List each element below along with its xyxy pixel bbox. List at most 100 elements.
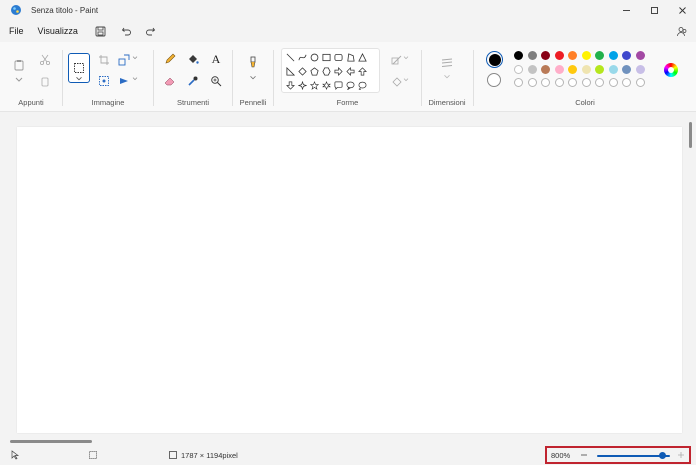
pentagon-icon (310, 67, 319, 76)
copy-button[interactable] (37, 74, 53, 90)
custom-color-slot[interactable] (554, 78, 564, 87)
color-picker-tool[interactable] (185, 73, 201, 89)
custom-color-slot[interactable] (622, 78, 631, 87)
shape-six-point-star[interactable] (321, 80, 332, 91)
rotate-button[interactable] (116, 73, 132, 89)
shape-polygon[interactable] (345, 52, 356, 63)
shape-right-triangle[interactable] (285, 66, 296, 77)
paste-button[interactable] (11, 56, 27, 74)
close-button[interactable] (668, 0, 696, 20)
color-wheel-icon (668, 67, 674, 73)
pencil-tool[interactable] (162, 51, 178, 67)
shape-rounded-rectangle[interactable] (333, 52, 344, 63)
shape-diamond[interactable] (297, 66, 308, 77)
brushes-dropdown[interactable] (248, 74, 258, 82)
palette-swatch[interactable] (514, 64, 523, 74)
brushes-button[interactable] (245, 54, 261, 70)
primary-color-swatch (488, 53, 501, 66)
share-button[interactable] (672, 22, 690, 40)
secondary-color[interactable] (487, 73, 501, 87)
custom-color-slot[interactable] (635, 78, 645, 87)
custom-color-slot[interactable] (541, 78, 550, 87)
shape-five-point-star[interactable] (309, 80, 320, 91)
palette-swatch[interactable] (635, 51, 645, 60)
palette-swatch[interactable] (622, 64, 631, 74)
edit-colors-button[interactable] (664, 63, 678, 77)
paste-dropdown[interactable] (13, 76, 25, 84)
close-icon (678, 6, 686, 14)
palette-swatch[interactable] (527, 64, 537, 74)
custom-color-slot[interactable] (568, 78, 577, 87)
palette-swatch[interactable] (635, 64, 645, 74)
chevron-down-icon (132, 56, 138, 60)
palette-swatch[interactable] (622, 51, 631, 60)
zoom-level[interactable]: 800% (551, 451, 570, 460)
palette-swatch[interactable] (541, 51, 550, 60)
palette-swatch[interactable] (608, 64, 618, 74)
rotate-dropdown[interactable] (131, 75, 139, 83)
minimize-button[interactable] (612, 0, 640, 20)
zoom-in-button[interactable] (676, 450, 686, 460)
shape-left-arrow[interactable] (345, 66, 356, 77)
shape-rectangle[interactable] (321, 52, 332, 63)
cut-button[interactable] (37, 52, 53, 68)
resize-dropdown[interactable] (131, 54, 139, 62)
magnifier-tool[interactable] (208, 73, 224, 89)
custom-color-slot[interactable] (608, 78, 618, 87)
custom-color-slot[interactable] (581, 78, 591, 87)
shape-rounded-callout[interactable] (333, 80, 344, 91)
outline-dropdown[interactable] (402, 54, 410, 62)
shape-line[interactable] (285, 52, 296, 63)
palette-swatch[interactable] (527, 51, 537, 60)
shape-oval-callout[interactable] (345, 80, 356, 91)
palette-swatch[interactable] (581, 64, 591, 74)
zoom-out-button[interactable] (579, 450, 589, 460)
maximize-button[interactable] (640, 0, 668, 20)
size-button[interactable] (439, 55, 455, 71)
palette-swatch[interactable] (568, 51, 577, 60)
text-tool[interactable]: A (208, 51, 224, 67)
undo-button[interactable] (117, 22, 137, 40)
select-dropdown[interactable] (74, 75, 84, 82)
shape-curve[interactable] (297, 52, 308, 63)
palette-swatch[interactable] (554, 51, 564, 60)
shape-cloud-callout[interactable] (357, 80, 368, 91)
view-menu[interactable]: Visualizza (33, 26, 83, 36)
resize-icon (118, 54, 130, 66)
vertical-scrollbar[interactable] (689, 122, 692, 148)
shape-oval[interactable] (309, 52, 320, 63)
primary-color[interactable] (486, 51, 503, 68)
palette-swatch[interactable] (595, 64, 604, 74)
palette-swatch[interactable] (541, 64, 550, 74)
palette-swatch[interactable] (554, 64, 564, 74)
palette-swatch[interactable] (568, 64, 577, 74)
shape-right-arrow[interactable] (333, 66, 344, 77)
size-dropdown[interactable] (442, 73, 452, 81)
custom-color-slot[interactable] (527, 78, 537, 87)
fill-dropdown[interactable] (402, 76, 410, 84)
palette-swatch[interactable] (514, 51, 523, 60)
shape-pentagon[interactable] (309, 66, 320, 77)
image-edit-button[interactable] (96, 73, 112, 89)
rotate-icon (120, 78, 128, 84)
shape-hexagon[interactable] (321, 66, 332, 77)
fill-tool[interactable] (185, 51, 201, 67)
shape-up-arrow[interactable] (357, 66, 368, 77)
chevron-down-icon (250, 76, 256, 80)
shape-four-point-star[interactable] (297, 80, 308, 91)
save-button[interactable] (91, 22, 111, 40)
custom-color-slot[interactable] (514, 78, 523, 87)
eraser-tool[interactable] (162, 73, 178, 89)
redo-button[interactable] (141, 22, 161, 40)
palette-swatch[interactable] (608, 51, 618, 60)
palette-swatch[interactable] (595, 51, 604, 60)
custom-color-slot[interactable] (595, 78, 604, 87)
shape-triangle[interactable] (357, 52, 368, 63)
resize-button[interactable] (116, 52, 132, 68)
shape-down-arrow[interactable] (285, 80, 296, 91)
palette-swatch[interactable] (581, 51, 591, 60)
horizontal-scrollbar[interactable] (10, 440, 92, 443)
file-menu[interactable]: File (4, 26, 29, 36)
drawing-canvas[interactable] (17, 127, 682, 433)
crop-button[interactable] (96, 52, 112, 68)
